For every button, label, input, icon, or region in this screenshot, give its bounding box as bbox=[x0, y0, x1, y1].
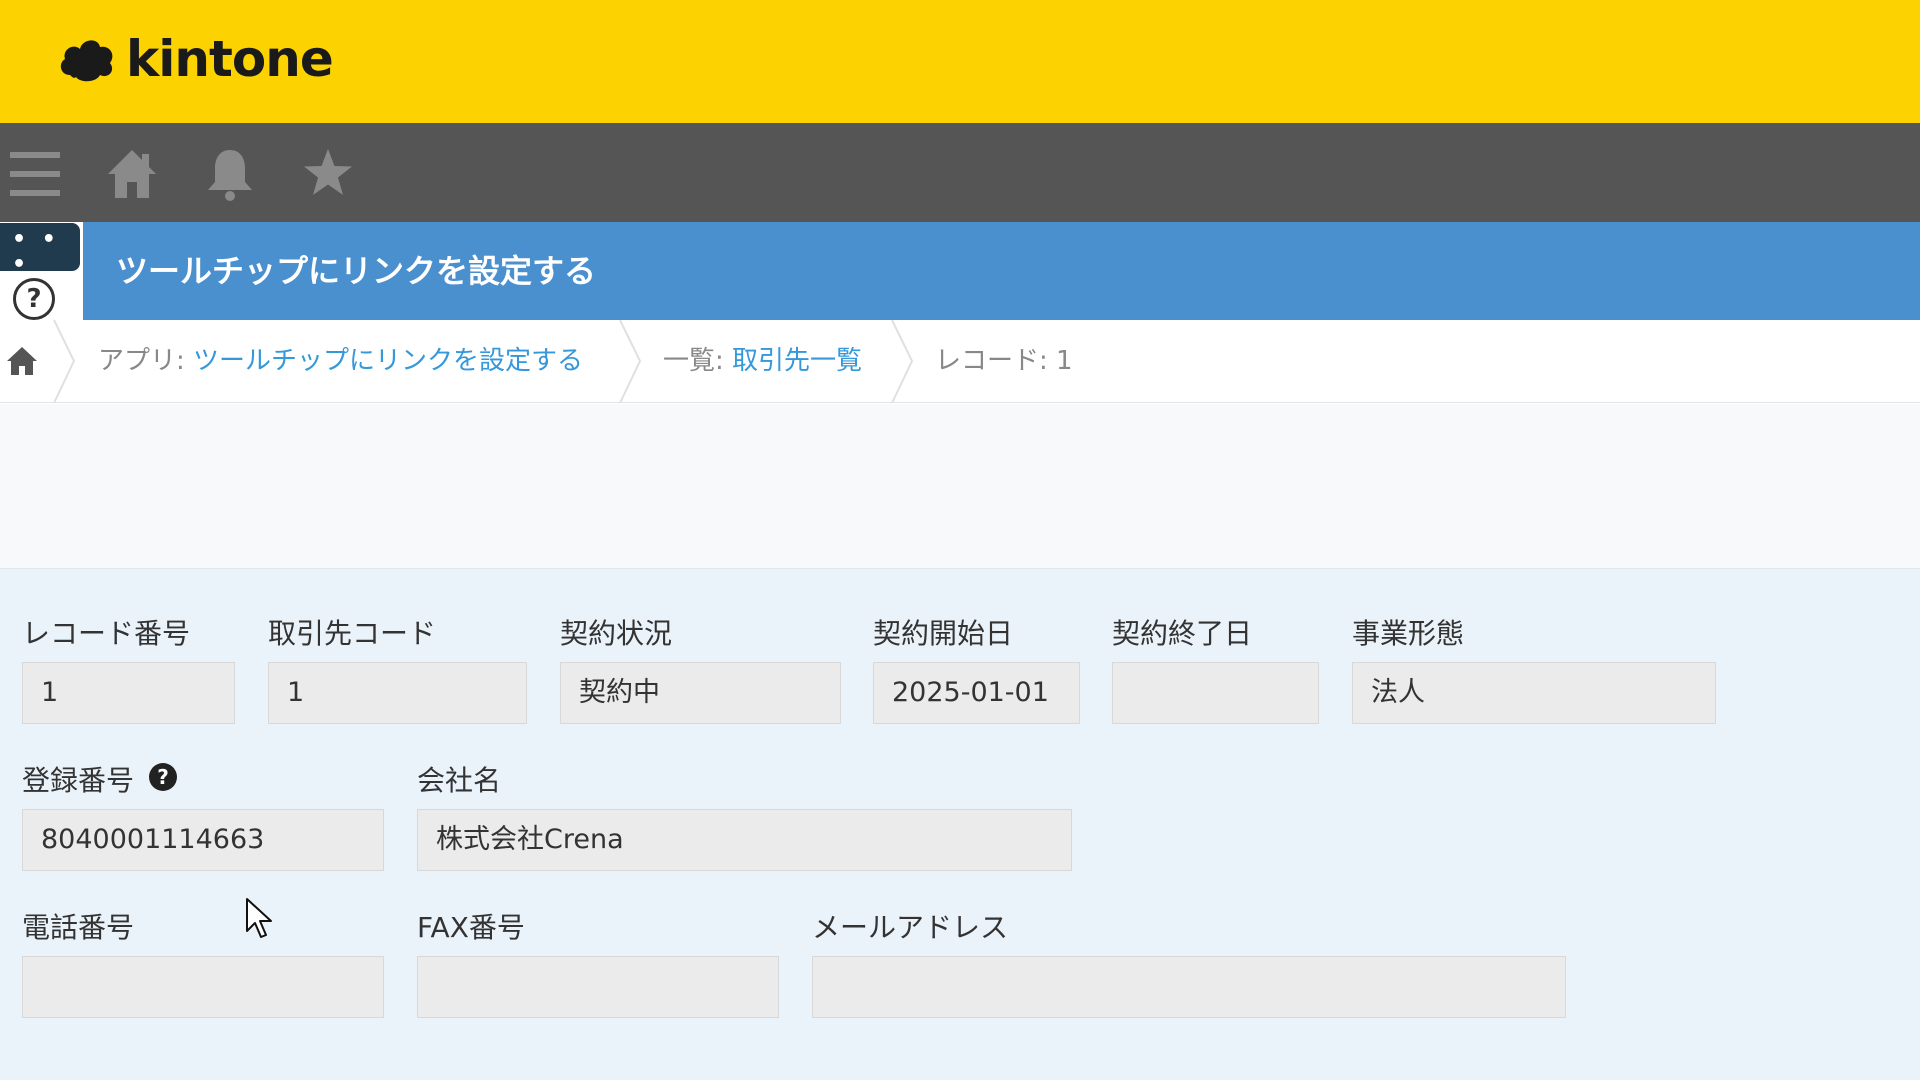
breadcrumb-app-link[interactable]: ツールチップにリンクを設定する bbox=[193, 346, 583, 376]
contract-end-field bbox=[1112, 662, 1319, 724]
breadcrumb-app-prefix: アプリ: bbox=[98, 346, 194, 376]
global-navbar bbox=[0, 123, 1920, 222]
breadcrumb: アプリ: ツールチップにリンクを設定する 一覧: 取引先一覧 レコード: 1 bbox=[0, 320, 1920, 403]
fax-field bbox=[417, 956, 779, 1018]
home-icon[interactable] bbox=[104, 146, 160, 202]
breadcrumb-home-icon[interactable] bbox=[5, 344, 39, 378]
registration-number-field: 8040001114663 bbox=[22, 809, 384, 871]
field-help-icon[interactable]: ? bbox=[149, 763, 177, 791]
company-name-field: 株式会社Crena bbox=[417, 809, 1072, 871]
cloud-logo-icon bbox=[60, 40, 113, 82]
client-code-label: 取引先コード bbox=[268, 617, 437, 650]
header: kintone bbox=[0, 0, 1920, 123]
toolbar-area bbox=[0, 404, 1920, 568]
kintone-logo[interactable]: kintone bbox=[56, 30, 334, 88]
bell-icon[interactable] bbox=[202, 146, 258, 202]
app-title: ツールチップにリンクを設定する bbox=[116, 252, 597, 290]
menu-icon[interactable] bbox=[8, 146, 64, 202]
email-label: メールアドレス bbox=[812, 911, 1009, 944]
phone-field bbox=[22, 956, 384, 1018]
breadcrumb-separator bbox=[619, 320, 642, 403]
help-button[interactable]: ? bbox=[13, 278, 55, 320]
breadcrumb-view-link[interactable]: 取引先一覧 bbox=[732, 346, 862, 376]
contract-start-label: 契約開始日 bbox=[873, 617, 1014, 650]
phone-label: 電話番号 bbox=[22, 911, 135, 944]
company-name-label: 会社名 bbox=[417, 764, 502, 797]
contract-start-field: 2025-01-01 bbox=[873, 662, 1080, 724]
breadcrumb-view-prefix: 一覧: bbox=[663, 346, 733, 376]
more-options-button[interactable]: • • • bbox=[0, 223, 80, 277]
breadcrumb-separator bbox=[891, 320, 914, 403]
fax-label: FAX番号 bbox=[417, 911, 525, 944]
registration-number-label: 登録番号 bbox=[22, 764, 135, 797]
contract-end-label: 契約終了日 bbox=[1112, 617, 1253, 650]
breadcrumb-separator bbox=[53, 320, 76, 403]
contract-status-label: 契約状況 bbox=[560, 617, 673, 650]
more-dots-icon: • • • bbox=[12, 227, 60, 277]
business-type-field: 法人 bbox=[1352, 662, 1716, 724]
business-type-label: 事業形態 bbox=[1352, 617, 1465, 650]
breadcrumb-record: レコード: 1 bbox=[935, 346, 1073, 376]
record-number-field: 1 bbox=[22, 662, 235, 724]
star-icon[interactable] bbox=[300, 146, 356, 202]
mouse-cursor-icon bbox=[246, 898, 272, 938]
client-code-field: 1 bbox=[268, 662, 527, 724]
contract-status-field: 契約中 bbox=[560, 662, 841, 724]
email-field bbox=[812, 956, 1566, 1018]
logo-text: kintone bbox=[126, 30, 334, 88]
app-title-bar: ツールチップにリンクを設定する bbox=[83, 222, 1920, 320]
record-number-label: レコード番号 bbox=[22, 617, 191, 650]
breadcrumb-view: 一覧: 取引先一覧 bbox=[663, 320, 862, 403]
breadcrumb-app: アプリ: ツールチップにリンクを設定する bbox=[98, 320, 583, 403]
